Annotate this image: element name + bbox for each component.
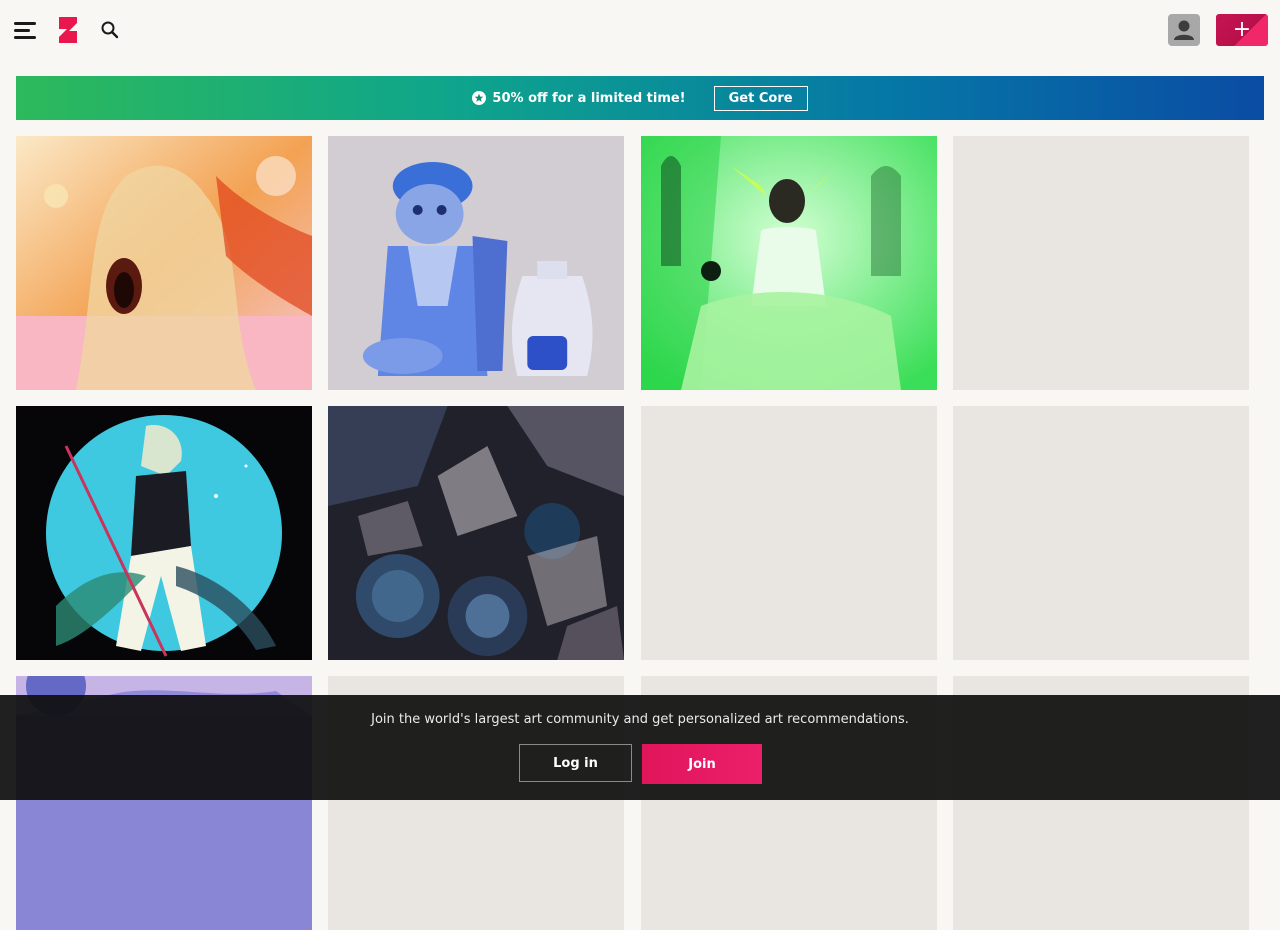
user-avatar-icon[interactable] — [1168, 14, 1200, 46]
artwork-placeholder[interactable] — [953, 136, 1249, 390]
deviantart-logo-icon[interactable] — [57, 15, 79, 45]
get-core-button[interactable]: Get Core — [713, 85, 808, 111]
hamburger-menu-icon[interactable] — [14, 20, 36, 40]
promo-text: 50% off for a limited time! — [492, 90, 686, 106]
search-icon[interactable] — [100, 20, 120, 40]
join-button[interactable]: Join — [642, 744, 762, 784]
artwork-moon-warrior[interactable] — [16, 406, 312, 660]
plus-icon: + — [1232, 17, 1252, 42]
artwork-placeholder[interactable] — [953, 406, 1249, 660]
create-deviation-button[interactable]: + — [1216, 14, 1268, 46]
artwork-green-figure[interactable] — [641, 136, 937, 390]
core-badge-icon — [472, 91, 487, 105]
join-prompt-banner: Join the world's largest art community a… — [0, 695, 1280, 800]
join-prompt-message: Join the world's largest art community a… — [371, 712, 909, 727]
artwork-blue-cat-vase[interactable] — [328, 136, 624, 390]
artwork-abstract-dark[interactable] — [328, 406, 624, 660]
artwork-tree-cave[interactable] — [16, 136, 312, 390]
top-navigation-bar: + — [0, 0, 1280, 60]
login-button[interactable]: Log in — [519, 744, 632, 782]
promo-message: 50% off for a limited time! — [472, 90, 686, 106]
promo-banner[interactable]: 50% off for a limited time! Get Core — [16, 76, 1264, 120]
artwork-placeholder[interactable] — [641, 406, 937, 660]
